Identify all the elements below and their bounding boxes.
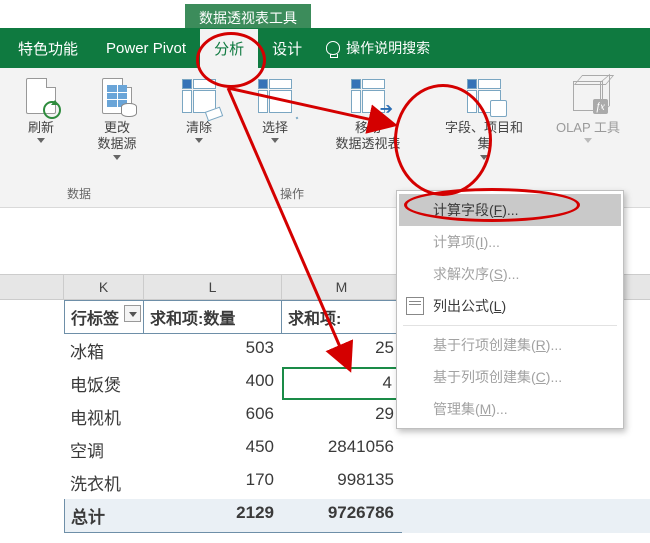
fields-items-sets-menu: 计算字段(F)... 计算项(I)... 求解次序(S)... 列出公式(L) …: [396, 190, 624, 429]
header-text: 行标签: [71, 311, 119, 328]
tab-design[interactable]: 设计: [258, 29, 316, 68]
menu-list-formulas[interactable]: 列出公式(L): [399, 290, 621, 322]
menu-text: )...: [546, 369, 562, 385]
pivot-total-row: 总计 2129 9726786: [64, 499, 650, 533]
select-label: 选择: [262, 120, 288, 135]
menu-text: 计算项(: [433, 232, 480, 252]
pivot-qty-header[interactable]: 求和项:数量: [144, 300, 282, 334]
menu-accel: M: [480, 401, 492, 417]
menu-create-row-set: 基于行项创建集(R)...: [399, 329, 621, 361]
refresh-button[interactable]: 刷新: [10, 74, 72, 143]
row-label[interactable]: 电视机: [64, 400, 144, 433]
ribbon-tab-row: 特色功能 Power Pivot 分析 设计 操作说明搜索: [0, 28, 650, 68]
move-label: 移动 数据透视表: [335, 120, 400, 151]
menu-text: )...: [484, 234, 500, 250]
move-pivot-button[interactable]: ➔ 移动 数据透视表: [320, 74, 416, 153]
menu-text: 基于行项创建集(: [433, 335, 536, 355]
group-actions-label: 操作: [280, 182, 304, 205]
refresh-label: 刷新: [28, 120, 54, 135]
tab-analyze[interactable]: 分析: [200, 29, 258, 68]
pivot-data-row: 空调 450 2841056: [64, 433, 650, 466]
menu-text: )...: [502, 202, 518, 218]
col-header-L[interactable]: L: [144, 275, 282, 299]
list-icon: [406, 297, 424, 315]
menu-text: 管理集(: [433, 399, 480, 419]
menu-accel: L: [494, 298, 502, 314]
amt-cell[interactable]: 25: [282, 334, 402, 367]
menu-text: 计算字段(: [433, 200, 494, 220]
tell-me-search[interactable]: 操作说明搜索: [326, 38, 430, 58]
menu-accel: R: [536, 337, 546, 353]
menu-text: 求解次序(: [433, 264, 494, 284]
row-label[interactable]: 空调: [64, 433, 144, 466]
menu-text: ): [501, 298, 506, 314]
pivot-amt-header[interactable]: 求和项:: [282, 300, 402, 334]
row-label[interactable]: 电饭煲: [64, 367, 144, 400]
menu-text: )...: [546, 337, 562, 353]
group-data-label: 数据: [67, 182, 91, 205]
row-label[interactable]: 冰箱: [64, 334, 144, 367]
qty-cell[interactable]: 170: [144, 466, 282, 499]
chevron-down-icon: [271, 138, 279, 143]
fields-items-sets-label: 字段、项目和 集: [445, 120, 523, 151]
menu-text: )...: [491, 401, 507, 417]
amt-cell[interactable]: 2841056: [282, 433, 402, 466]
group-calculations: fx 字段、项目和 集 fx OLAP 工具 关系: [426, 68, 650, 207]
menu-manage-sets: 管理集(M)...: [399, 393, 621, 425]
qty-cell[interactable]: 503: [144, 334, 282, 367]
row-label[interactable]: 洗衣机: [64, 466, 144, 499]
menu-accel: C: [536, 369, 546, 385]
chevron-down-icon: [37, 138, 45, 143]
menu-calculated-field[interactable]: 计算字段(F)...: [399, 194, 621, 226]
amt-cell[interactable]: 998135: [282, 466, 402, 499]
clear-label: 清除: [186, 120, 212, 135]
group-actions: 清除 选择 ➔ 移动 数据透视表 操作: [158, 68, 426, 207]
tab-special[interactable]: 特色功能: [4, 29, 92, 68]
active-cell[interactable]: 4: [282, 367, 402, 400]
menu-solve-order: 求解次序(S)...: [399, 258, 621, 290]
total-label[interactable]: 总计: [64, 499, 144, 533]
qty-cell[interactable]: 400: [144, 367, 282, 400]
col-header-K[interactable]: K: [64, 275, 144, 299]
menu-accel: F: [494, 202, 503, 218]
change-source-label: 更改 数据源: [97, 120, 136, 151]
menu-text: 列出公式(: [433, 296, 494, 316]
relationships-button: 关系: [644, 74, 650, 136]
tell-me-label: 操作说明搜索: [346, 38, 430, 58]
bulb-icon: [326, 41, 340, 55]
clear-button[interactable]: 清除: [168, 74, 230, 143]
menu-calculated-item: 计算项(I)...: [399, 226, 621, 258]
menu-accel: S: [494, 266, 503, 282]
change-data-source-button[interactable]: 更改 数据源: [86, 74, 148, 160]
menu-create-col-set: 基于列项创建集(C)...: [399, 361, 621, 393]
qty-cell[interactable]: 606: [144, 400, 282, 433]
qty-cell[interactable]: 450: [144, 433, 282, 466]
chevron-down-icon: [480, 155, 488, 160]
select-button[interactable]: 选择: [244, 74, 306, 143]
pivot-rowlabels-header[interactable]: 行标签: [64, 300, 144, 334]
total-amt[interactable]: 9726786: [282, 499, 402, 533]
fields-items-sets-button[interactable]: fx 字段、项目和 集: [436, 74, 532, 160]
group-data: 刷新 更改 数据源 数据: [0, 68, 158, 207]
filter-dropdown-icon[interactable]: [124, 305, 141, 322]
olap-tools-button: fx OLAP 工具: [546, 74, 630, 143]
amt-cell[interactable]: 29: [282, 400, 402, 433]
menu-text: )...: [503, 266, 519, 282]
total-qty[interactable]: 2129: [144, 499, 282, 533]
tab-powerpivot[interactable]: Power Pivot: [92, 31, 200, 66]
col-header-blank: [0, 275, 64, 299]
olap-label: OLAP 工具: [556, 120, 620, 135]
chevron-down-icon: [584, 138, 592, 143]
chevron-down-icon: [113, 155, 121, 160]
col-header-M[interactable]: M: [282, 275, 402, 299]
pivot-data-row: 洗衣机 170 998135: [64, 466, 650, 499]
ribbon: 刷新 更改 数据源 数据 清除 选择 ➔: [0, 68, 650, 208]
chevron-down-icon: [195, 138, 203, 143]
menu-separator: [403, 325, 617, 326]
menu-text: 基于列项创建集(: [433, 367, 536, 387]
